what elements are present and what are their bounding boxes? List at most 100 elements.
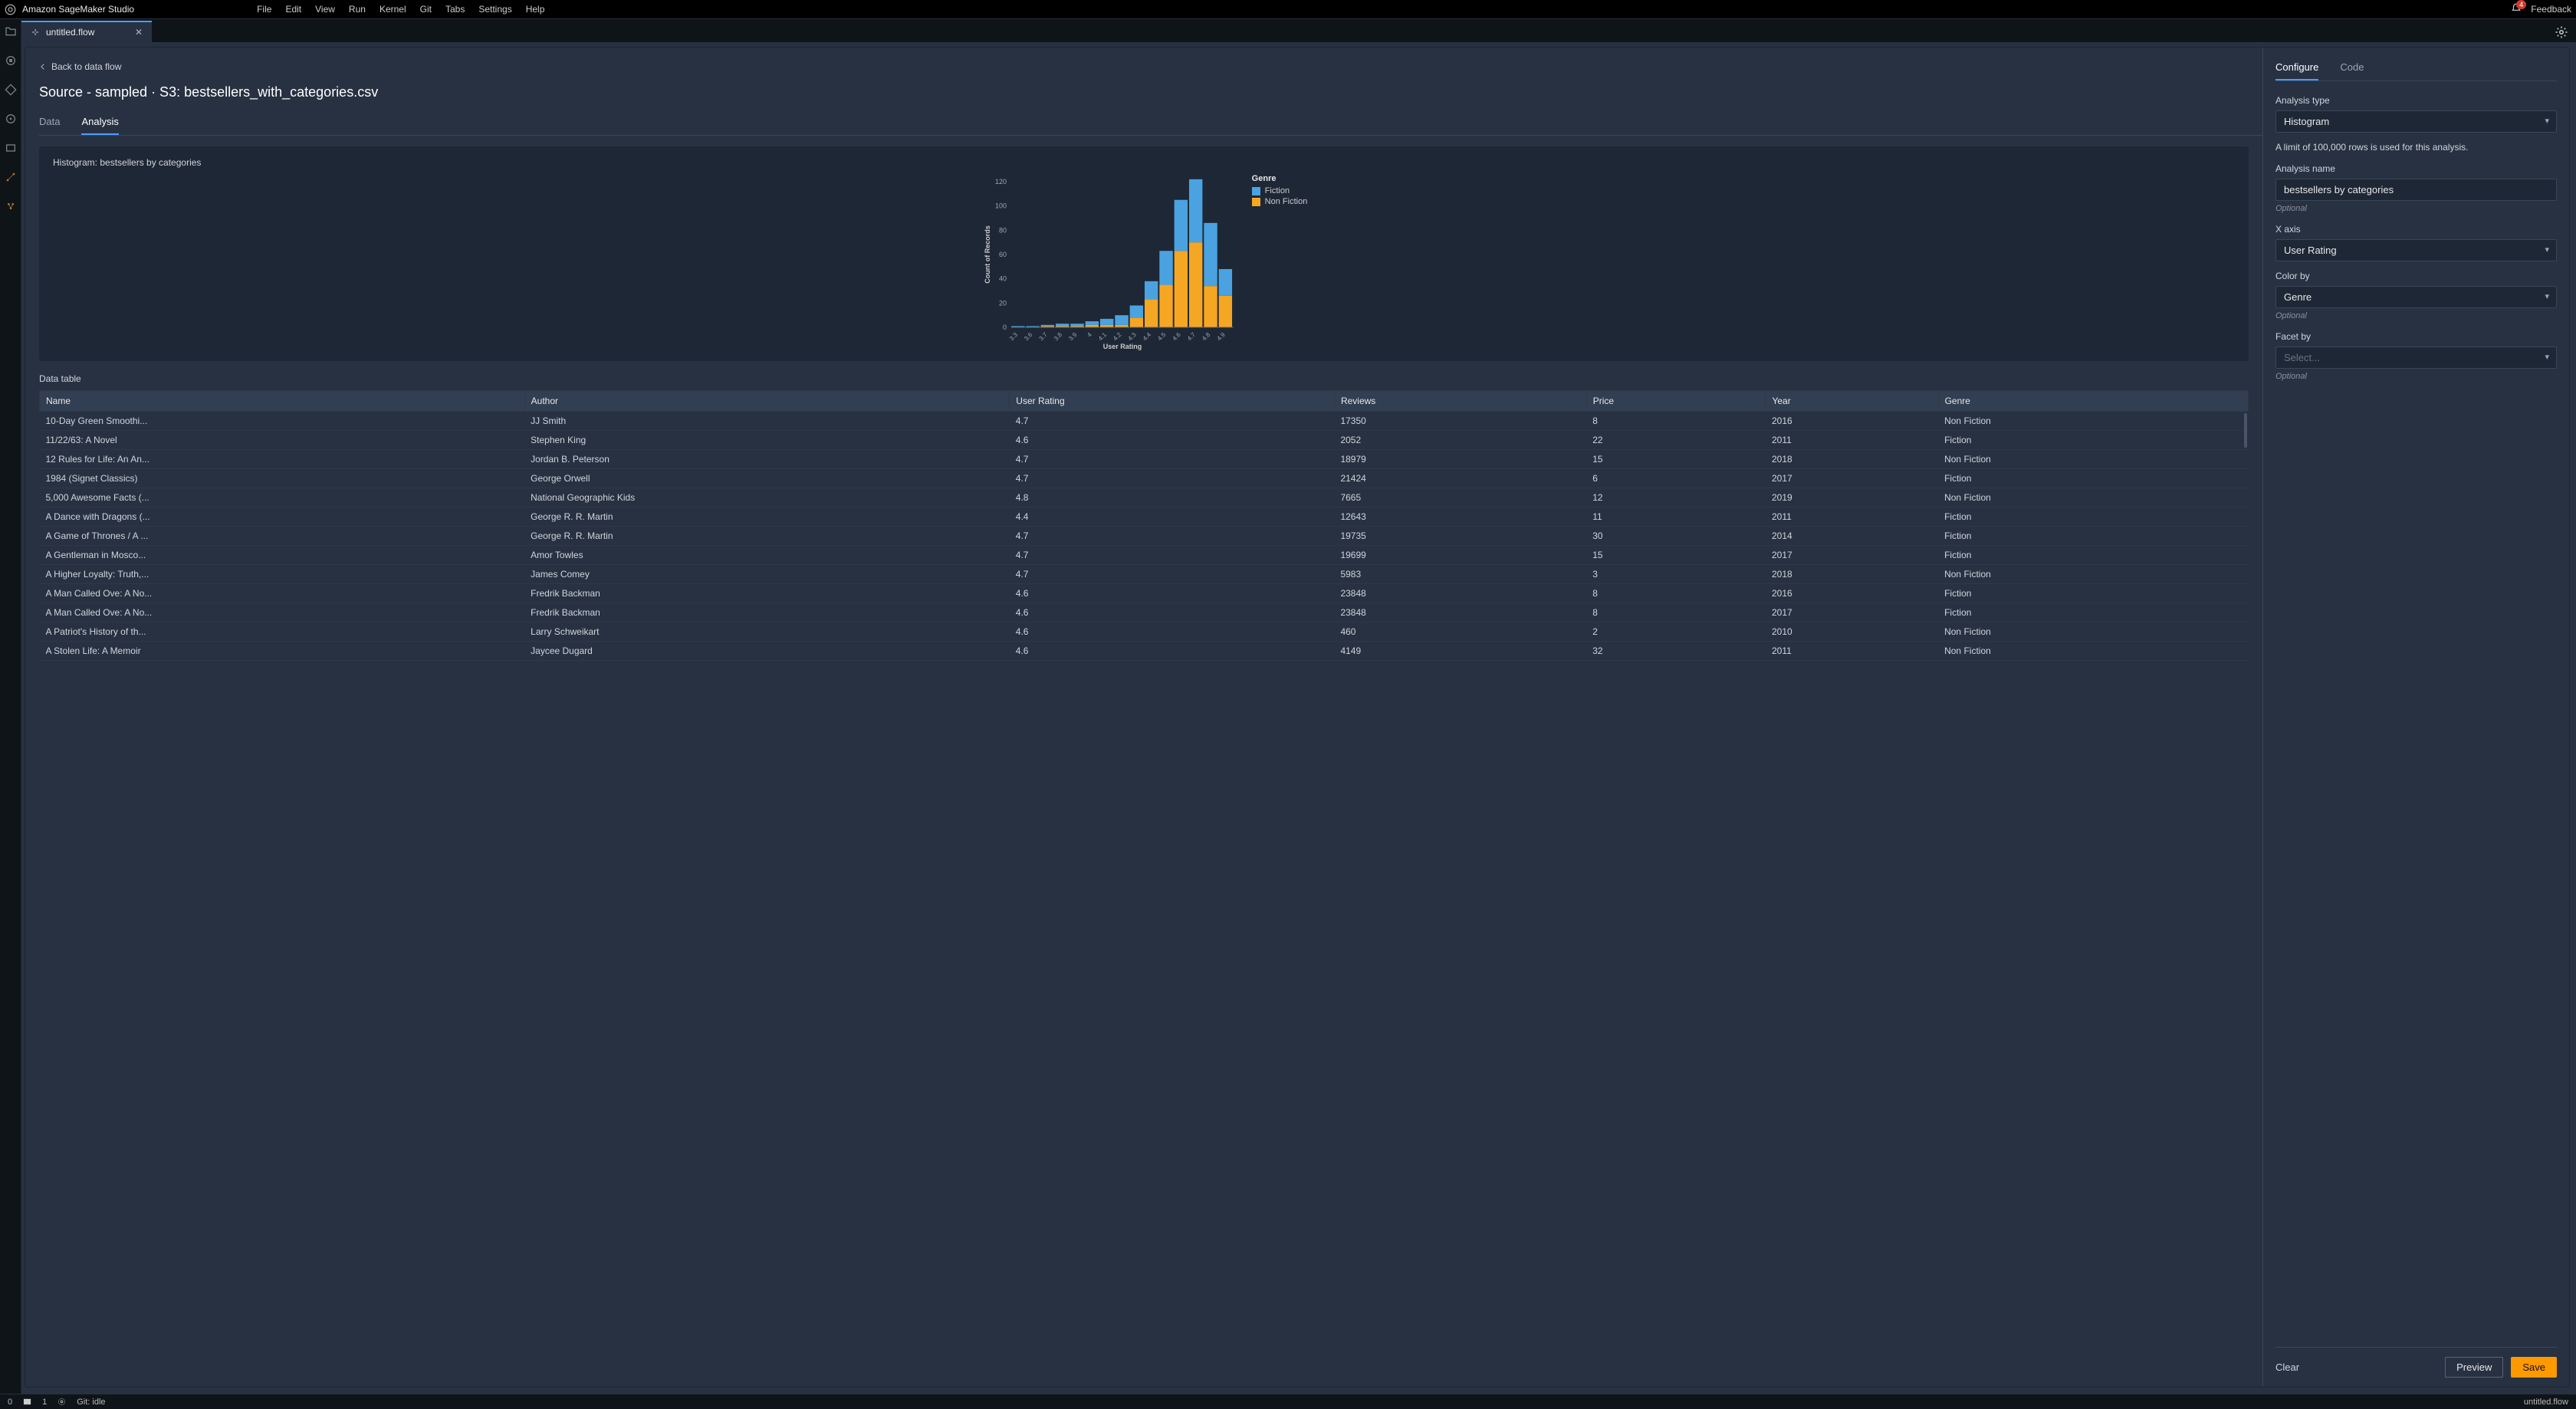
legend-item: Fiction [1252, 186, 1308, 195]
x-axis-select[interactable]: User Rating [2275, 239, 2557, 261]
menu-view[interactable]: View [315, 4, 335, 15]
save-button[interactable]: Save [2511, 1357, 2557, 1378]
svg-text:3.6: 3.6 [1023, 331, 1034, 343]
terminal-icon[interactable] [23, 1398, 31, 1406]
menu-help[interactable]: Help [526, 4, 545, 15]
folder-icon[interactable] [5, 25, 17, 38]
tab-code[interactable]: Code [2340, 61, 2364, 80]
file-tab-strip: untitled.flow ✕ [21, 19, 2576, 42]
table-row[interactable]: A Game of Thrones / A ...George R. R. Ma… [40, 527, 2249, 546]
settings-status-icon[interactable] [58, 1398, 66, 1406]
menu-tabs[interactable]: Tabs [445, 4, 465, 15]
svg-text:40: 40 [999, 275, 1007, 283]
data-table-label: Data table [39, 373, 2262, 384]
status-terminal-count: 1 [42, 1398, 47, 1407]
running-icon[interactable] [5, 54, 17, 67]
svg-text:3.9: 3.9 [1067, 331, 1079, 343]
column-header[interactable]: User Rating [1010, 391, 1335, 412]
table-row[interactable]: 10-Day Green Smoothi...JJ Smith4.7173508… [40, 412, 2249, 431]
analysis-name-hint: Optional [2275, 204, 2557, 213]
close-tab-button[interactable]: ✕ [135, 27, 143, 38]
data-table: NameAuthorUser RatingReviewsPriceYearGen… [39, 390, 2249, 661]
menu-settings[interactable]: Settings [478, 4, 511, 15]
svg-text:4.8: 4.8 [1201, 331, 1212, 343]
page-title: Source - sampled · S3: bestsellers_with_… [39, 84, 2262, 100]
menu-kernel[interactable]: Kernel [380, 4, 406, 15]
table-row[interactable]: A Man Called Ove: A No...Fredrik Backman… [40, 603, 2249, 622]
git-status: Git: idle [77, 1398, 105, 1407]
svg-text:4.4: 4.4 [1142, 331, 1153, 343]
analysis-type-select[interactable]: Histogram [2275, 110, 2557, 133]
svg-text:120: 120 [995, 178, 1007, 186]
column-header[interactable]: Reviews [1334, 391, 1586, 412]
git-icon[interactable] [5, 84, 17, 96]
svg-text:3.3: 3.3 [1008, 331, 1020, 343]
svg-text:4.5: 4.5 [1156, 331, 1168, 343]
svg-text:100: 100 [995, 202, 1007, 210]
color-by-select[interactable]: Genre [2275, 286, 2557, 308]
legend-title: Genre [1252, 174, 1308, 183]
back-link[interactable]: Back to data flow [39, 61, 2262, 72]
column-header[interactable]: Name [40, 391, 525, 412]
top-menu-bar: Amazon SageMaker Studio File Edit View Run K… [0, 0, 2576, 19]
commands-icon[interactable] [5, 113, 17, 125]
table-row[interactable]: A Higher Loyalty: Truth,...James Comey4.… [40, 565, 2249, 584]
table-scrollbar[interactable] [2244, 413, 2247, 448]
facet-by-hint: Optional [2275, 372, 2557, 381]
svg-text:3.8: 3.8 [1053, 331, 1064, 343]
column-header[interactable]: Price [1586, 391, 1766, 412]
notifications-button[interactable]: 4 [2511, 3, 2522, 16]
svg-text:3.7: 3.7 [1037, 331, 1049, 343]
tab-analysis[interactable]: Analysis [81, 116, 118, 135]
svg-text:User Rating: User Rating [1102, 343, 1142, 350]
color-by-hint: Optional [2275, 311, 2557, 320]
analysis-name-label: Analysis name [2275, 163, 2557, 174]
status-left-num: 0 [8, 1398, 12, 1407]
feedback-link[interactable]: Feedback [2531, 4, 2571, 15]
column-header[interactable]: Year [1766, 391, 1938, 412]
svg-text:0: 0 [1003, 324, 1007, 331]
chart-card: Histogram: bestsellers by categories 020… [39, 146, 2249, 361]
menu-git[interactable]: Git [420, 4, 432, 15]
clear-button[interactable]: Clear [2275, 1361, 2299, 1373]
table-row[interactable]: A Man Called Ove: A No...Fredrik Backman… [40, 584, 2249, 603]
tabs-icon[interactable] [5, 142, 17, 154]
menu-edit[interactable]: Edit [285, 4, 301, 15]
table-row[interactable]: 1984 (Signet Classics)George Orwell4.721… [40, 469, 2249, 488]
svg-text:4: 4 [1086, 331, 1093, 339]
svg-text:4.1: 4.1 [1097, 331, 1109, 343]
preview-button[interactable]: Preview [2445, 1357, 2503, 1378]
table-row[interactable]: 12 Rules for Life: An An...Jordan B. Pet… [40, 450, 2249, 469]
table-row[interactable]: 5,000 Awesome Facts (...National Geograp… [40, 488, 2249, 507]
menu-file[interactable]: File [257, 4, 271, 15]
x-axis-label: X axis [2275, 224, 2557, 235]
column-header[interactable]: Author [524, 391, 1010, 412]
chevron-left-icon [39, 63, 47, 71]
legend-item: Non Fiction [1252, 197, 1308, 206]
analysis-type-label: Analysis type [2275, 95, 2557, 106]
svg-text:80: 80 [999, 226, 1007, 234]
table-row[interactable]: A Stolen Life: A MemoirJaycee Dugard4.64… [40, 642, 2249, 661]
facet-by-select[interactable]: Select... [2275, 347, 2557, 369]
gear-icon[interactable] [2555, 25, 2568, 39]
table-row[interactable]: A Patriot's History of th...Larry Schwei… [40, 622, 2249, 642]
chart-legend: Genre Fiction Non Fiction [1252, 174, 1308, 350]
table-row[interactable]: 11/22/63: A NovelStephen King4.620522220… [40, 431, 2249, 450]
sagemaker-logo-icon [5, 4, 16, 15]
svg-text:Count of Records: Count of Records [984, 225, 991, 284]
tab-data[interactable]: Data [39, 116, 60, 135]
tab-configure[interactable]: Configure [2275, 61, 2318, 80]
jumpstart-icon[interactable] [5, 171, 17, 183]
column-header[interactable]: Genre [1938, 391, 2248, 412]
app-title: Amazon SageMaker Studio [22, 4, 134, 15]
table-row[interactable]: A Gentleman in Mosco...Amor Towles4.7196… [40, 546, 2249, 565]
svg-text:4.9: 4.9 [1215, 331, 1227, 343]
components-icon[interactable] [5, 200, 17, 212]
analysis-name-input[interactable] [2275, 179, 2557, 201]
table-row[interactable]: A Dance with Dragons (...George R. R. Ma… [40, 507, 2249, 527]
histogram-chart: 0204060801001203.33.63.73.83.944.14.24.3… [981, 174, 1241, 350]
svg-text:4.3: 4.3 [1126, 331, 1138, 343]
file-tab[interactable]: untitled.flow ✕ [21, 21, 152, 42]
side-nav [0, 19, 21, 1394]
menu-run[interactable]: Run [349, 4, 366, 15]
